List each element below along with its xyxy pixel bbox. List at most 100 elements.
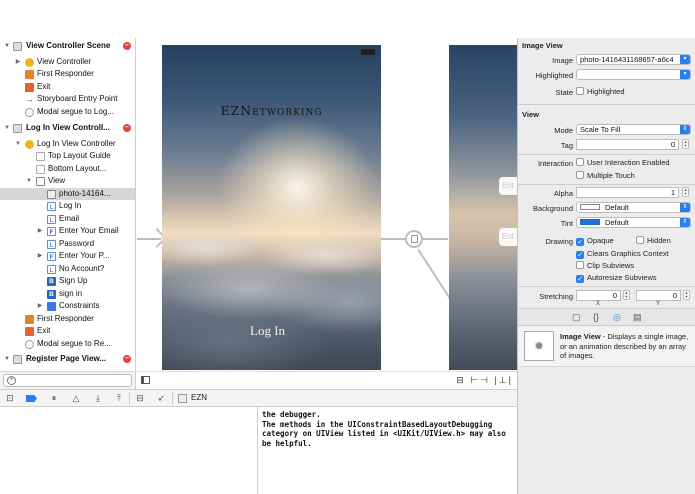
breakpoints-toggle-icon[interactable] bbox=[26, 395, 37, 402]
text-field-preview[interactable]: Ent bbox=[499, 177, 517, 195]
outline-row-image-view[interactable]: photo-14164... bbox=[0, 187, 135, 200]
view-debugger-icon[interactable]: ⊟ bbox=[134, 393, 146, 404]
disclosure-triangle-icon[interactable]: ▶ bbox=[36, 225, 44, 238]
outline-row-view-controller[interactable]: ▶ View Controller bbox=[0, 56, 135, 69]
checkbox-icon[interactable] bbox=[636, 236, 644, 244]
variables-view[interactable] bbox=[0, 407, 258, 494]
hidden-checkbox[interactable]: Hidden bbox=[636, 236, 671, 245]
disclosure-triangle-icon[interactable]: ▶ bbox=[36, 250, 44, 263]
user-interaction-checkbox[interactable]: User Interaction Enabled bbox=[576, 158, 670, 167]
disclosure-triangle-icon[interactable]: ▼ bbox=[3, 40, 11, 53]
outline-row-first-responder[interactable]: First Responder bbox=[0, 68, 135, 81]
outline-row-register-scene[interactable]: ▼ Register Page View... – bbox=[0, 353, 135, 366]
app-title-label[interactable]: EZNetworking bbox=[162, 103, 381, 118]
outline-row-email-field[interactable]: ▶ F Enter Your Email bbox=[0, 225, 135, 238]
library-item-image-view[interactable]: ✹ Image View - Displays a single image, … bbox=[518, 327, 695, 367]
clears-graphics-checkbox[interactable]: ✓ Clears Graphics Context bbox=[576, 249, 669, 259]
outline-row-label: View bbox=[48, 176, 66, 185]
register-scene-view[interactable]: Ent Ent bbox=[449, 45, 517, 370]
tint-popup[interactable]: Default ⇕ bbox=[576, 217, 691, 228]
disclosure-triangle-icon[interactable]: ▼ bbox=[14, 138, 22, 151]
text-field-preview[interactable]: Ent bbox=[499, 228, 517, 246]
tint-value: Default bbox=[605, 218, 629, 227]
outline-row-label: Modal segue to Re... bbox=[37, 338, 111, 348]
outline-row-constraints[interactable]: ▶ Constraints bbox=[0, 300, 135, 313]
checkbox-icon[interactable]: ✓ bbox=[576, 251, 584, 259]
hide-debug-area-icon[interactable]: ⊡ bbox=[4, 393, 16, 404]
outline-toggle-icon[interactable] bbox=[141, 376, 150, 384]
outline-row-label: Constraints bbox=[59, 301, 100, 310]
pause-icon[interactable]: ⏸ bbox=[48, 393, 60, 404]
outline-row-modal-segue-2[interactable]: Modal segue to Re... bbox=[0, 338, 135, 351]
multiple-touch-checkbox[interactable]: Multiple Touch bbox=[576, 171, 635, 180]
step-out-icon[interactable]: ⤒ bbox=[113, 393, 125, 404]
code-snippet-icon[interactable]: {} bbox=[593, 312, 599, 322]
stretching-x-stepper[interactable]: ▲ ▼ bbox=[623, 290, 630, 300]
autoresize-subviews-checkbox[interactable]: ✓ Autoresize Subviews bbox=[576, 273, 657, 283]
login-scene-view[interactable]: EZNetworking Log In bbox=[162, 45, 381, 370]
outline-row-view[interactable]: ▼ View bbox=[0, 175, 135, 188]
outline-row-modal-segue[interactable]: Modal segue to Log... bbox=[0, 106, 135, 119]
outline-row-no-account-label[interactable]: L No Account? bbox=[0, 263, 135, 276]
outline-row-password-label[interactable]: L Password bbox=[0, 238, 135, 251]
stretching-x-field[interactable]: 0 bbox=[576, 290, 621, 301]
location-icon[interactable]: ➶ bbox=[155, 393, 167, 404]
checkbox-icon[interactable]: ✓ bbox=[576, 275, 584, 283]
outline-row-view-controller-scene[interactable]: ▼ View Controller Scene – bbox=[0, 40, 135, 53]
outline-row-label: First Responder bbox=[37, 313, 94, 323]
step-into-icon[interactable]: ⤓ bbox=[92, 393, 104, 404]
opaque-checkbox[interactable]: ✓ Opaque bbox=[576, 236, 614, 246]
segue-node-icon[interactable] bbox=[405, 230, 423, 248]
image-label: Image bbox=[552, 56, 573, 65]
outline-row-password-field[interactable]: ▶ F Enter Your P... bbox=[0, 250, 135, 263]
tag-stepper[interactable]: ▲ ▼ bbox=[682, 139, 689, 149]
checkbox-icon[interactable] bbox=[576, 261, 584, 269]
disclosure-triangle-icon[interactable]: ▼ bbox=[3, 353, 11, 366]
disclosure-triangle-icon[interactable]: ▶ bbox=[36, 300, 44, 313]
outline-row-sign-up-button[interactable]: B Sign Up bbox=[0, 275, 135, 288]
storyboard-canvas[interactable]: EZNetworking Log In Ent Ent bbox=[137, 38, 517, 388]
image-popup[interactable]: photo-1416431168657-a6c4 ▾ bbox=[576, 54, 691, 65]
checkbox-icon[interactable]: ✓ bbox=[576, 238, 584, 246]
outline-row-exit-2[interactable]: Exit bbox=[0, 325, 135, 338]
alpha-stepper[interactable]: ▲ ▼ bbox=[682, 187, 689, 197]
outline-row-exit[interactable]: Exit bbox=[0, 81, 135, 94]
outline-row-bottom-layout-guide[interactable]: Bottom Layout... bbox=[0, 163, 135, 176]
disclosure-triangle-icon[interactable]: ▼ bbox=[25, 175, 33, 188]
mode-popup[interactable]: Scale To Fill ⇕ bbox=[576, 124, 691, 135]
outline-row-login-label[interactable]: L Log In bbox=[0, 200, 135, 213]
state-highlighted-checkbox[interactable]: Highlighted bbox=[576, 87, 625, 96]
stretching-y-field[interactable]: 0 bbox=[636, 290, 681, 301]
step-over-icon[interactable]: △ bbox=[70, 393, 82, 404]
warning-badge-icon[interactable]: – bbox=[123, 42, 131, 50]
outline-row-login-scene[interactable]: ▼ Log In View Controll... – bbox=[0, 122, 135, 135]
warning-badge-icon[interactable]: – bbox=[123, 355, 131, 363]
checkbox-icon[interactable] bbox=[576, 171, 584, 179]
checkbox-icon[interactable] bbox=[576, 158, 584, 166]
outline-row-login-view-controller[interactable]: ▼ Log In View Controller bbox=[0, 138, 135, 151]
tag-field[interactable]: 0 bbox=[576, 139, 679, 150]
outline-row-first-responder-2[interactable]: First Responder bbox=[0, 313, 135, 326]
clip-subviews-checkbox[interactable]: Clip Subviews bbox=[576, 261, 634, 270]
outline-row-email-label[interactable]: L Email bbox=[0, 213, 135, 226]
login-label[interactable]: Log In bbox=[250, 323, 285, 339]
layout-tools[interactable]: ⊟ ⊢⊣ |⊥| bbox=[456, 375, 513, 386]
highlighted-popup[interactable]: ▾ bbox=[576, 69, 691, 80]
warning-badge-icon[interactable]: – bbox=[123, 124, 131, 132]
object-library-icon[interactable]: ◎ bbox=[613, 312, 621, 323]
file-template-icon[interactable]: ▢ bbox=[572, 312, 581, 323]
label-icon: L bbox=[47, 239, 56, 249]
background-popup[interactable]: Default ⇕ bbox=[576, 202, 691, 213]
outline-filter-input[interactable]: + bbox=[3, 374, 132, 387]
outline-row-sign-in-button[interactable]: B sign in bbox=[0, 288, 135, 301]
media-library-icon[interactable]: ▤ bbox=[633, 312, 642, 323]
outline-row-storyboard-entry-point[interactable]: → Storyboard Entry Point bbox=[0, 93, 135, 106]
alpha-field[interactable]: 1 bbox=[576, 187, 679, 198]
stretching-y-stepper[interactable]: ▲ ▼ bbox=[683, 290, 690, 300]
outline-row-top-layout-guide[interactable]: Top Layout Guide bbox=[0, 150, 135, 163]
checkbox-icon[interactable] bbox=[576, 87, 584, 95]
disclosure-triangle-icon[interactable]: ▶ bbox=[14, 56, 22, 69]
console-output[interactable]: the debugger. The methods in the UIConst… bbox=[259, 407, 517, 494]
disclosure-triangle-icon[interactable]: ▼ bbox=[3, 122, 11, 135]
debug-breadcrumb[interactable]: EZN bbox=[191, 393, 207, 402]
